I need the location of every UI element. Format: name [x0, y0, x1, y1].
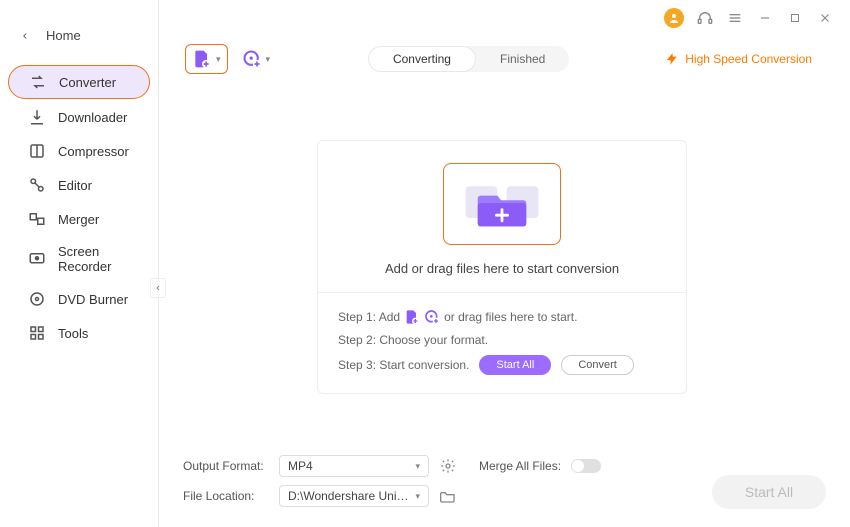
merger-icon [28, 210, 46, 228]
downloader-icon [28, 108, 46, 126]
steps-panel: Step 1: Add or drag files here to start.… [318, 292, 686, 393]
step3-text: Step 3: Start conversion. [338, 358, 469, 372]
add-file-icon[interactable] [404, 309, 420, 325]
start-all-label: Start All [745, 484, 793, 500]
sidebar: Home Converter Downloader Compressor Edi… [0, 0, 159, 527]
output-format-label: Output Format: [183, 459, 269, 473]
high-speed-conversion-button[interactable]: High Speed Conversion [653, 48, 824, 70]
sidebar-item-label: Converter [59, 75, 116, 90]
chevron-down-icon: ▾ [266, 54, 271, 65]
screen-recorder-icon [28, 250, 46, 268]
file-location-select[interactable]: D:\Wondershare UniConverter 1 ▾ [279, 485, 429, 507]
chevron-left-icon [20, 31, 30, 41]
chevron-down-icon: ▾ [415, 461, 420, 472]
sidebar-item-dvd-burner[interactable]: DVD Burner [8, 283, 150, 315]
sidebar-item-merger[interactable]: Merger [8, 203, 150, 235]
output-format-value: MP4 [288, 459, 313, 473]
status-segment: Converting Finished [368, 46, 569, 72]
back-home-row[interactable]: Home [0, 28, 158, 63]
settings-icon[interactable] [439, 457, 457, 475]
converter-icon [29, 73, 47, 91]
sidebar-item-label: DVD Burner [58, 292, 128, 307]
tab-converting-label: Converting [393, 52, 451, 66]
sidebar-item-label: Merger [58, 212, 99, 227]
folder-add-icon [460, 173, 544, 235]
sidebar-item-downloader[interactable]: Downloader [8, 101, 150, 133]
merge-label: Merge All Files: [479, 459, 561, 473]
dropzone: Add or drag files here to start conversi… [318, 141, 686, 292]
sidebar-item-label: Compressor [58, 144, 129, 159]
sidebar-item-tools[interactable]: Tools [8, 317, 150, 349]
open-folder-icon[interactable] [439, 487, 457, 505]
merge-all-toggle[interactable] [571, 459, 601, 473]
tools-icon [28, 324, 46, 342]
start-all-button[interactable]: Start All [712, 475, 826, 509]
add-dvd-button[interactable]: ▾ [236, 45, 277, 73]
step-3: Step 3: Start conversion. Start All Conv… [338, 355, 666, 375]
add-dvd-icon[interactable] [424, 309, 440, 325]
step1-suffix: or drag files here to start. [444, 310, 577, 324]
sidebar-item-editor[interactable]: Editor [8, 169, 150, 201]
tab-finished[interactable]: Finished [476, 46, 569, 72]
sidebar-item-screen-recorder[interactable]: Screen Recorder [8, 237, 150, 281]
output-format-row: Output Format: MP4 ▾ Merge All Files: [183, 455, 826, 477]
chevron-down-icon: ▾ [415, 491, 420, 502]
tab-finished-label: Finished [500, 52, 545, 66]
chevron-down-icon: ▾ [216, 54, 221, 65]
dropzone-text: Add or drag files here to start conversi… [385, 261, 619, 276]
main-panel: ▾ ▾ Converting Finished High Speed Conve… [159, 0, 850, 527]
dropzone-panel: Add or drag files here to start conversi… [317, 140, 687, 394]
home-label: Home [46, 28, 81, 43]
file-location-label: File Location: [183, 489, 269, 503]
convert-mini-button[interactable]: Convert [561, 355, 634, 375]
toolbar: ▾ ▾ Converting Finished High Speed Conve… [185, 44, 824, 74]
high-speed-label: High Speed Conversion [685, 52, 812, 66]
compressor-icon [28, 142, 46, 160]
lightning-icon [665, 52, 679, 66]
editor-icon [28, 176, 46, 194]
step1-prefix: Step 1: Add [338, 310, 400, 324]
tab-converting[interactable]: Converting [368, 46, 476, 72]
sidebar-item-label: Downloader [58, 110, 127, 125]
add-dvd-icon [242, 49, 262, 69]
sidebar-item-compressor[interactable]: Compressor [8, 135, 150, 167]
dvd-burner-icon [28, 290, 46, 308]
file-location-value: D:\Wondershare UniConverter 1 [288, 489, 415, 503]
step-2: Step 2: Choose your format. [338, 333, 666, 347]
output-format-select[interactable]: MP4 ▾ [279, 455, 429, 477]
sidebar-item-label: Screen Recorder [58, 244, 140, 274]
sidebar-item-label: Editor [58, 178, 92, 193]
add-file-button[interactable]: ▾ [185, 44, 228, 74]
sidebar-item-converter[interactable]: Converter [8, 65, 150, 99]
sidebar-item-label: Tools [58, 326, 88, 341]
bottom-bar: Output Format: MP4 ▾ Merge All Files: Fi… [183, 455, 826, 515]
start-all-mini-button[interactable]: Start All [479, 355, 551, 375]
add-file-icon [192, 49, 212, 69]
step-1: Step 1: Add or drag files here to start. [338, 309, 666, 325]
drop-area[interactable] [443, 163, 561, 245]
